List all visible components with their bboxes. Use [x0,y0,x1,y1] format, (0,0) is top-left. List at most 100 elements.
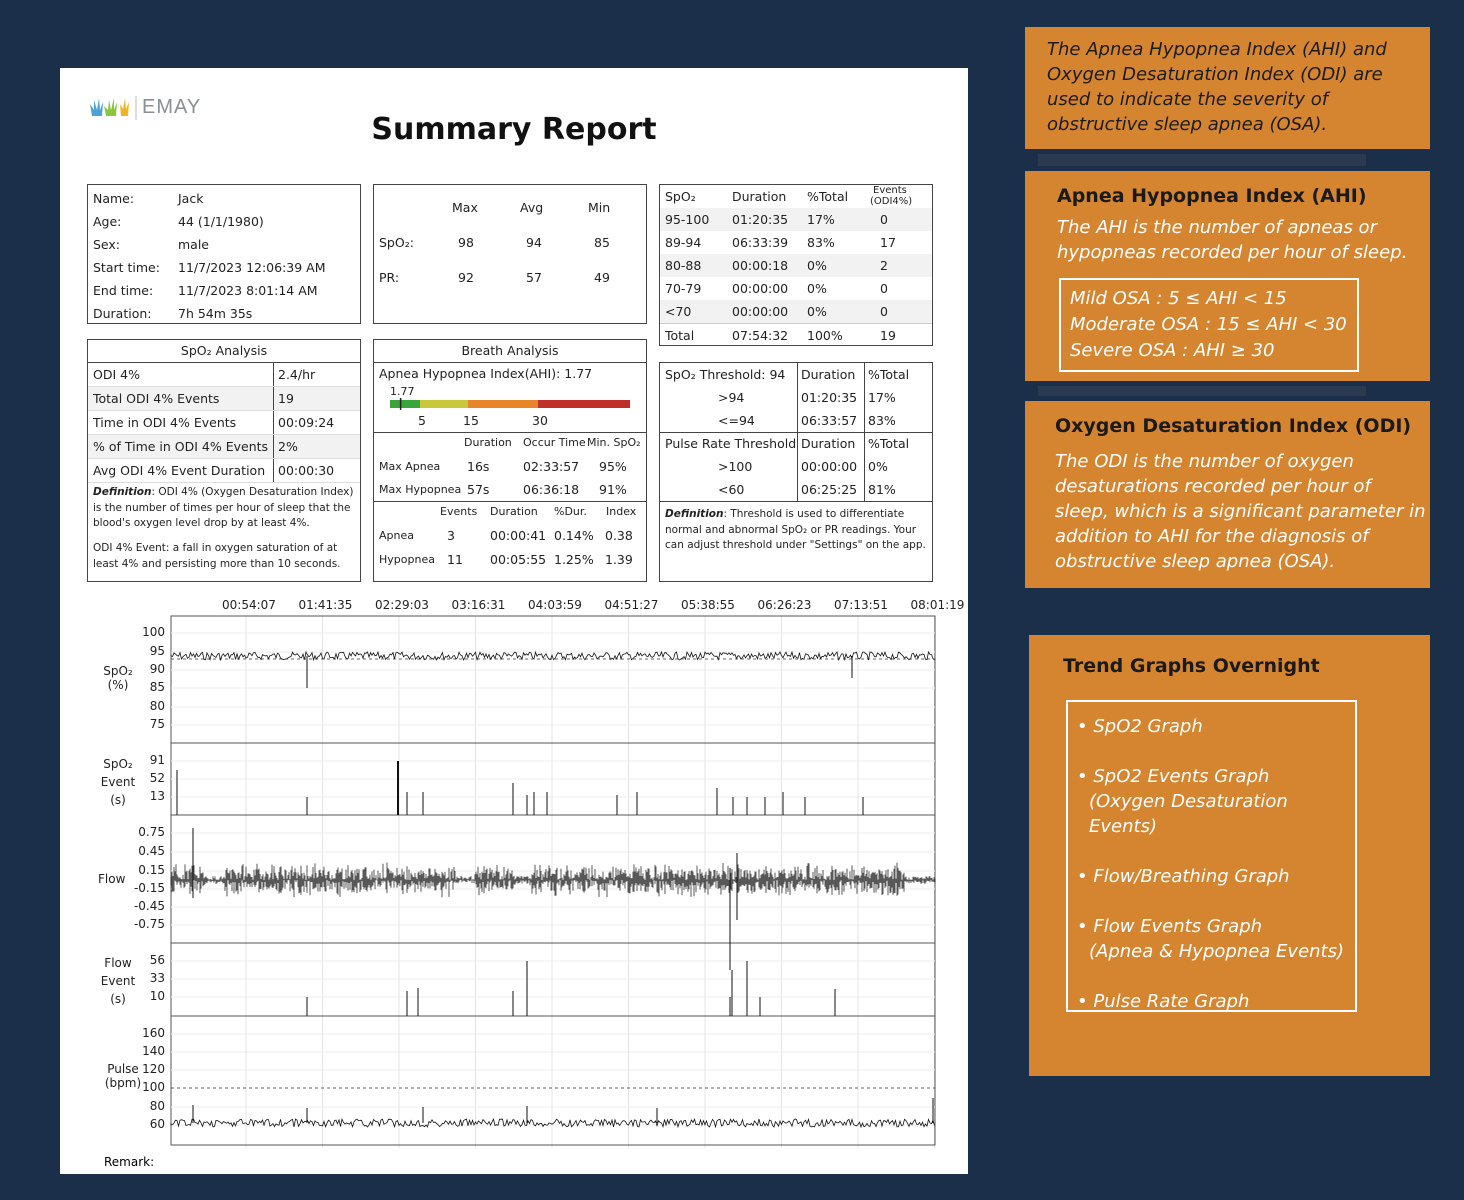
odi-row-value: 2.4/hr [278,367,316,382]
range-cell: 80-88 [665,258,702,273]
max-apnea-label: Max Apnea [379,460,441,473]
pr-threshold-label: Pulse Rate Threshold [665,436,797,451]
hypopnea-pct: 1.25% [554,552,594,567]
patient-label: Name: [93,191,135,206]
ahi-tick-30: 30 [532,413,548,428]
odi-row-value: 19 [278,391,294,406]
max-header-duration: Duration [464,436,512,449]
hypopnea-events: 11 [447,552,463,567]
divider [273,363,274,386]
odi-row-label: % of Time in ODI 4% Events [93,439,269,454]
odi-row-label: Avg ODI 4% Event Duration [93,463,266,478]
patient-row: Name: Jack [88,187,360,210]
divider [273,387,274,410]
max-hypopnea-spo2: 91% [599,482,627,497]
trend-item-spo2: • SpO2 Graph [1077,716,1203,737]
range-cell: Total [665,328,695,343]
odi-row: Avg ODI 4% Event Duration 00:00:30 [88,459,360,483]
stats-spo2-label: SpO₂: [379,235,414,250]
max-hypopnea-label: Max Hypopnea [379,483,462,496]
patient-row: Sex: male [88,233,360,256]
range-cell: 0 [880,281,888,296]
stats-spo2-avg: 94 [526,235,542,250]
stats-spo2-min: 85 [594,235,610,250]
pr-above-total: 0% [868,459,888,474]
spo2-threshold-duration-hdr: Duration [801,367,856,382]
odi-card-text: The ODI is the number of oxygen desatura… [1055,451,1426,572]
range-cell: 0% [807,304,827,319]
ev-header-duration: Duration [490,505,538,518]
report-title: Summary Report [371,112,657,147]
ahi-label: Apnea Hypopnea Index(AHI): 1.77 [379,366,593,381]
range-cell: 19 [880,328,896,343]
range-cell: 0% [807,281,827,296]
range-cell: 00:00:18 [732,258,789,273]
patient-value: 7h 54m 35s [178,306,253,321]
odi-card: Oxygen Desaturation Index (ODI) The ODI … [1025,401,1430,588]
graph-panel [170,1015,936,1146]
range-cell: 0 [880,212,888,227]
ahi-scale-severe [538,400,630,408]
max-header-occur: Occur Time [523,436,586,449]
apnea-label: Apnea [379,529,414,542]
trend-item-flow-events-sub: (Apnea & Hypopnea Events) [1089,941,1345,962]
range-row: <70 00:00:00 0% 0 [660,300,932,323]
patient-value: male [178,237,209,252]
spo2-above-total: 17% [868,390,896,405]
spo2-below-total: 83% [868,413,896,428]
trend-card: Trend Graphs Overnight • SpO2 Graph • Sp… [1029,635,1430,1076]
max-hypopnea-duration: 57s [467,482,490,497]
trend-item-spo2-events-sub: (Oxygen Desaturation Events) [1089,791,1288,837]
hypopnea-label: Hypopnea [379,553,435,566]
card-shadow [1038,154,1366,166]
patient-label: Start time: [93,260,160,275]
odi-event-text: ODI 4% Event: a fall in oxygen saturatio… [93,542,341,570]
odi-row-label: Total ODI 4% Events [93,391,220,406]
pr-below-duration: 06:25:25 [801,482,858,497]
odi-row-label: ODI 4% [93,367,140,382]
graph-panel [170,615,936,744]
patient-info-box: Name: Jack Age: 44 (1/1/1980) Sex: male Sta… [87,184,361,324]
spo2-range-box: SpO₂ Duration %Total Events (ODI4%) 95-1… [659,184,933,346]
trend-item-pulse: • Pulse Rate Graph [1077,991,1250,1012]
range-cell: 00:00:00 [732,304,789,319]
apnea-events: 3 [447,528,455,543]
stats-pr-min: 49 [594,270,610,285]
stats-pr-avg: 57 [526,270,542,285]
odi-definition-label: Definition [93,486,152,498]
patient-label: End time: [93,283,154,298]
divider [273,411,274,434]
ahi-card: Apnea Hypopnea Index (AHI) The AHI is th… [1025,171,1430,381]
divider [273,459,274,482]
spo2-analysis-box: SpO₂ Analysis ODI 4% 2.4/hr Total ODI 4% E… [87,339,361,582]
ahi-scale-moderate [468,400,538,408]
pr-above: >100 [718,459,753,474]
summary-report: EMAY Summary Report Name: Jack Age: 44 (1/… [60,68,968,1174]
spo2-below-duration: 06:33:57 [801,413,858,428]
odi-row: Time in ODI 4% Events 00:09:24 [88,411,360,435]
trend-graph-canvas [170,615,936,1148]
ahi-tick-5: 5 [418,413,426,428]
range-cell: 06:33:39 [732,235,789,250]
ahi-level-severe: Severe OSA : AHI ≥ 30 [1070,340,1275,361]
divider [273,435,274,458]
max-hypopnea-time: 06:36:18 [523,482,580,497]
range-cell: 01:20:35 [732,212,789,227]
spo2-threshold-label: SpO₂ Threshold: 94 [665,367,786,382]
stats-spo2-max: 98 [458,235,474,250]
breath-analysis-title: Breath Analysis [374,340,646,363]
stats-header-min: Min [588,200,611,215]
ahi-levels-box: Mild OSA : 5 ≤ AHI < 15 Moderate OSA : 1… [1059,278,1359,372]
range-cell: 89-94 [665,235,702,250]
ev-header-index: Index [606,505,637,518]
max-header-minspo2: Min. SpO₂ [587,436,641,449]
pr-below-total: 81% [868,482,896,497]
odi-rows: ODI 4% 2.4/hr Total ODI 4% Events 19 Time in… [88,363,360,483]
range-cell: 95-100 [665,212,710,227]
ahi-marker-label: 1.77 [390,385,415,398]
trend-item-spo2-events: • SpO2 Events Graph [1077,766,1270,787]
range-row: 95-100 01:20:35 17% 0 [660,208,932,231]
odi-card-title: Oxygen Desaturation Index (ODI) [1055,415,1412,437]
range-cell: 100% [807,328,843,343]
range-header-odi: (ODI4%) [870,196,913,207]
